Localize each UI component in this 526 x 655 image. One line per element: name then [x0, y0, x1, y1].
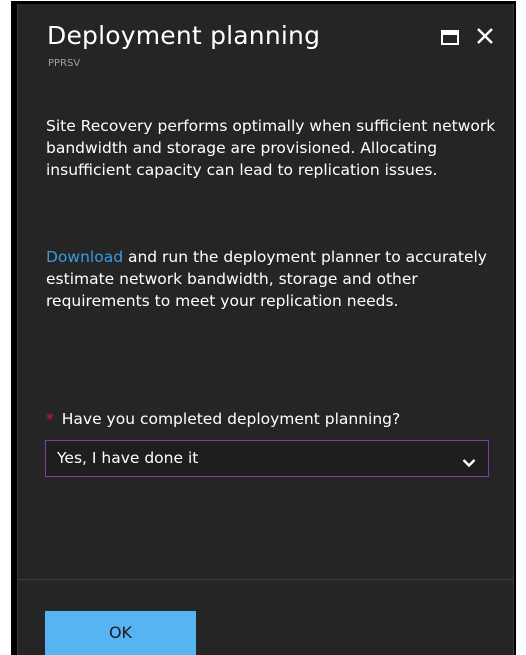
blade-subtitle: PPRSV [48, 58, 81, 69]
planning-status-dropdown[interactable]: Yes, I have done it [45, 440, 489, 477]
close-icon[interactable] [473, 20, 497, 50]
maximize-icon[interactable] [441, 30, 459, 45]
required-marker: * [46, 410, 54, 428]
download-link[interactable]: Download [46, 248, 123, 266]
chevron-down-icon [462, 453, 476, 468]
planning-question: * Have you completed deployment planning? [46, 410, 400, 428]
dropdown-selected-value: Yes, I have done it [57, 449, 199, 467]
blade-title: Deployment planning [47, 21, 321, 50]
footer-divider [18, 579, 513, 580]
planning-question-label: Have you completed deployment planning? [61, 410, 401, 428]
ok-button[interactable]: OK [45, 611, 196, 655]
planner-paragraph: Download and run the deployment planner … [46, 246, 496, 312]
intro-paragraph: Site Recovery performs optimally when su… [46, 117, 496, 179]
deployment-planning-blade: Deployment planning PPRSV Site Recovery … [17, 4, 514, 655]
